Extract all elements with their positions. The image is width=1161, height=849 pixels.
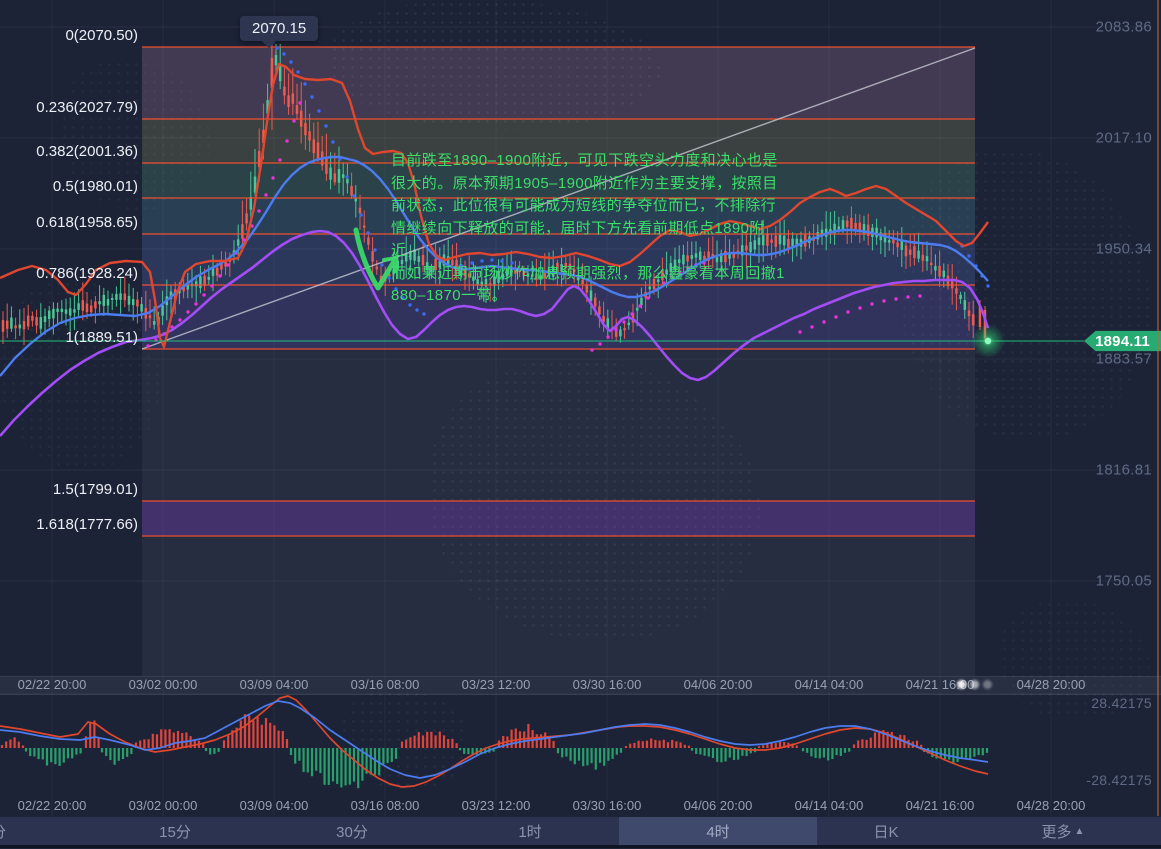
loading-indicator: [957, 677, 999, 691]
price-axis-label: 2083.86: [1096, 20, 1152, 35]
more-menu-button[interactable]: 更多 ▲: [1032, 817, 1095, 845]
fib-level-label: 0.236(2027.79): [36, 100, 138, 118]
fib-level-label: 0.382(2001.36): [36, 144, 138, 162]
fib-level-label: 1(1889.51): [65, 330, 138, 348]
time-axis-label: 03/23 12:00: [462, 678, 531, 692]
timeframe-tab-clipped[interactable]: 分: [0, 817, 11, 845]
fib-level-label: 0.618(1958.65): [36, 215, 138, 233]
time-axis-label: 04/21 16:00: [906, 799, 975, 813]
time-axis-label: 02/22 20:00: [18, 799, 87, 813]
time-axis-label: 03/02 00:00: [129, 678, 198, 692]
fib-level-label: 0(2070.50): [65, 28, 138, 46]
time-axis-label: 03/30 16:00: [573, 678, 642, 692]
time-axis-label: 04/28 20:00: [1017, 799, 1086, 813]
time-axis-label: 04/28 20:00: [1017, 678, 1086, 692]
price-axis-label: 2017.10: [1096, 131, 1152, 146]
fib-level-label: 1.618(1777.66): [36, 517, 138, 535]
time-axis-label: 03/16 08:00: [351, 678, 420, 692]
time-axis-label: 03/16 08:00: [351, 799, 420, 813]
peak-price-tooltip: 2070.15: [240, 16, 318, 41]
fib-level-label: 0.5(1980.01): [53, 179, 138, 197]
time-axis-label: 02/22 20:00: [18, 678, 87, 692]
time-axis-label: 03/02 00:00: [129, 799, 198, 813]
time-axis-label: 03/30 16:00: [573, 799, 642, 813]
price-axis-label: 1816.81: [1096, 463, 1152, 478]
timeframe-tab-15分[interactable]: 15分: [149, 817, 201, 845]
current-price-badge: 1894.11: [1084, 330, 1161, 352]
macd-min-label: -28.42175: [1086, 773, 1152, 787]
timeframe-tab-日K[interactable]: 日K: [863, 817, 908, 845]
price-axis-label: 1950.34: [1096, 242, 1152, 257]
timeframe-tab-30分[interactable]: 30分: [326, 817, 378, 845]
time-axis-label: 03/09 04:00: [240, 678, 309, 692]
time-axis-label: 04/06 20:00: [684, 799, 753, 813]
price-axis-label: 1750.05: [1096, 574, 1152, 589]
chevron-up-icon: ▲: [1075, 826, 1085, 837]
more-label: 更多: [1042, 821, 1072, 842]
axis-border: [1157, 0, 1159, 816]
time-axis-label: 03/09 04:00: [240, 799, 309, 813]
analysis-annotation: 目前跌至1890–1900附近，可见下跌空头力度和决心也是 很大的。原本预期19…: [391, 150, 791, 308]
macd-max-label: 28.42175: [1091, 696, 1152, 710]
trading-chart-app: 0(2070.50) 0.236(2027.79) 0.382(2001.36) 0.…: [0, 0, 1161, 849]
fib-level-label: 1.5(1799.01): [53, 482, 138, 500]
timeframe-tab-1时[interactable]: 1时: [508, 817, 551, 845]
price-chart-canvas[interactable]: [0, 0, 1161, 849]
peak-price-value: 2070.15: [252, 20, 306, 37]
time-axis-label: 04/06 20:00: [684, 678, 753, 692]
time-axis-label: 03/23 12:00: [462, 799, 531, 813]
time-axis-label: 04/14 04:00: [795, 799, 864, 813]
price-axis-label: 1883.57: [1096, 352, 1152, 367]
fib-level-label: 0.786(1928.24): [36, 266, 138, 284]
time-axis-label: 04/14 04:00: [795, 678, 864, 692]
timeframe-tab-4时[interactable]: 4时: [619, 817, 817, 845]
timeframe-toolbar: 分 更多 ▲ 15分 30分 1时 4时 日K: [0, 817, 1161, 848]
